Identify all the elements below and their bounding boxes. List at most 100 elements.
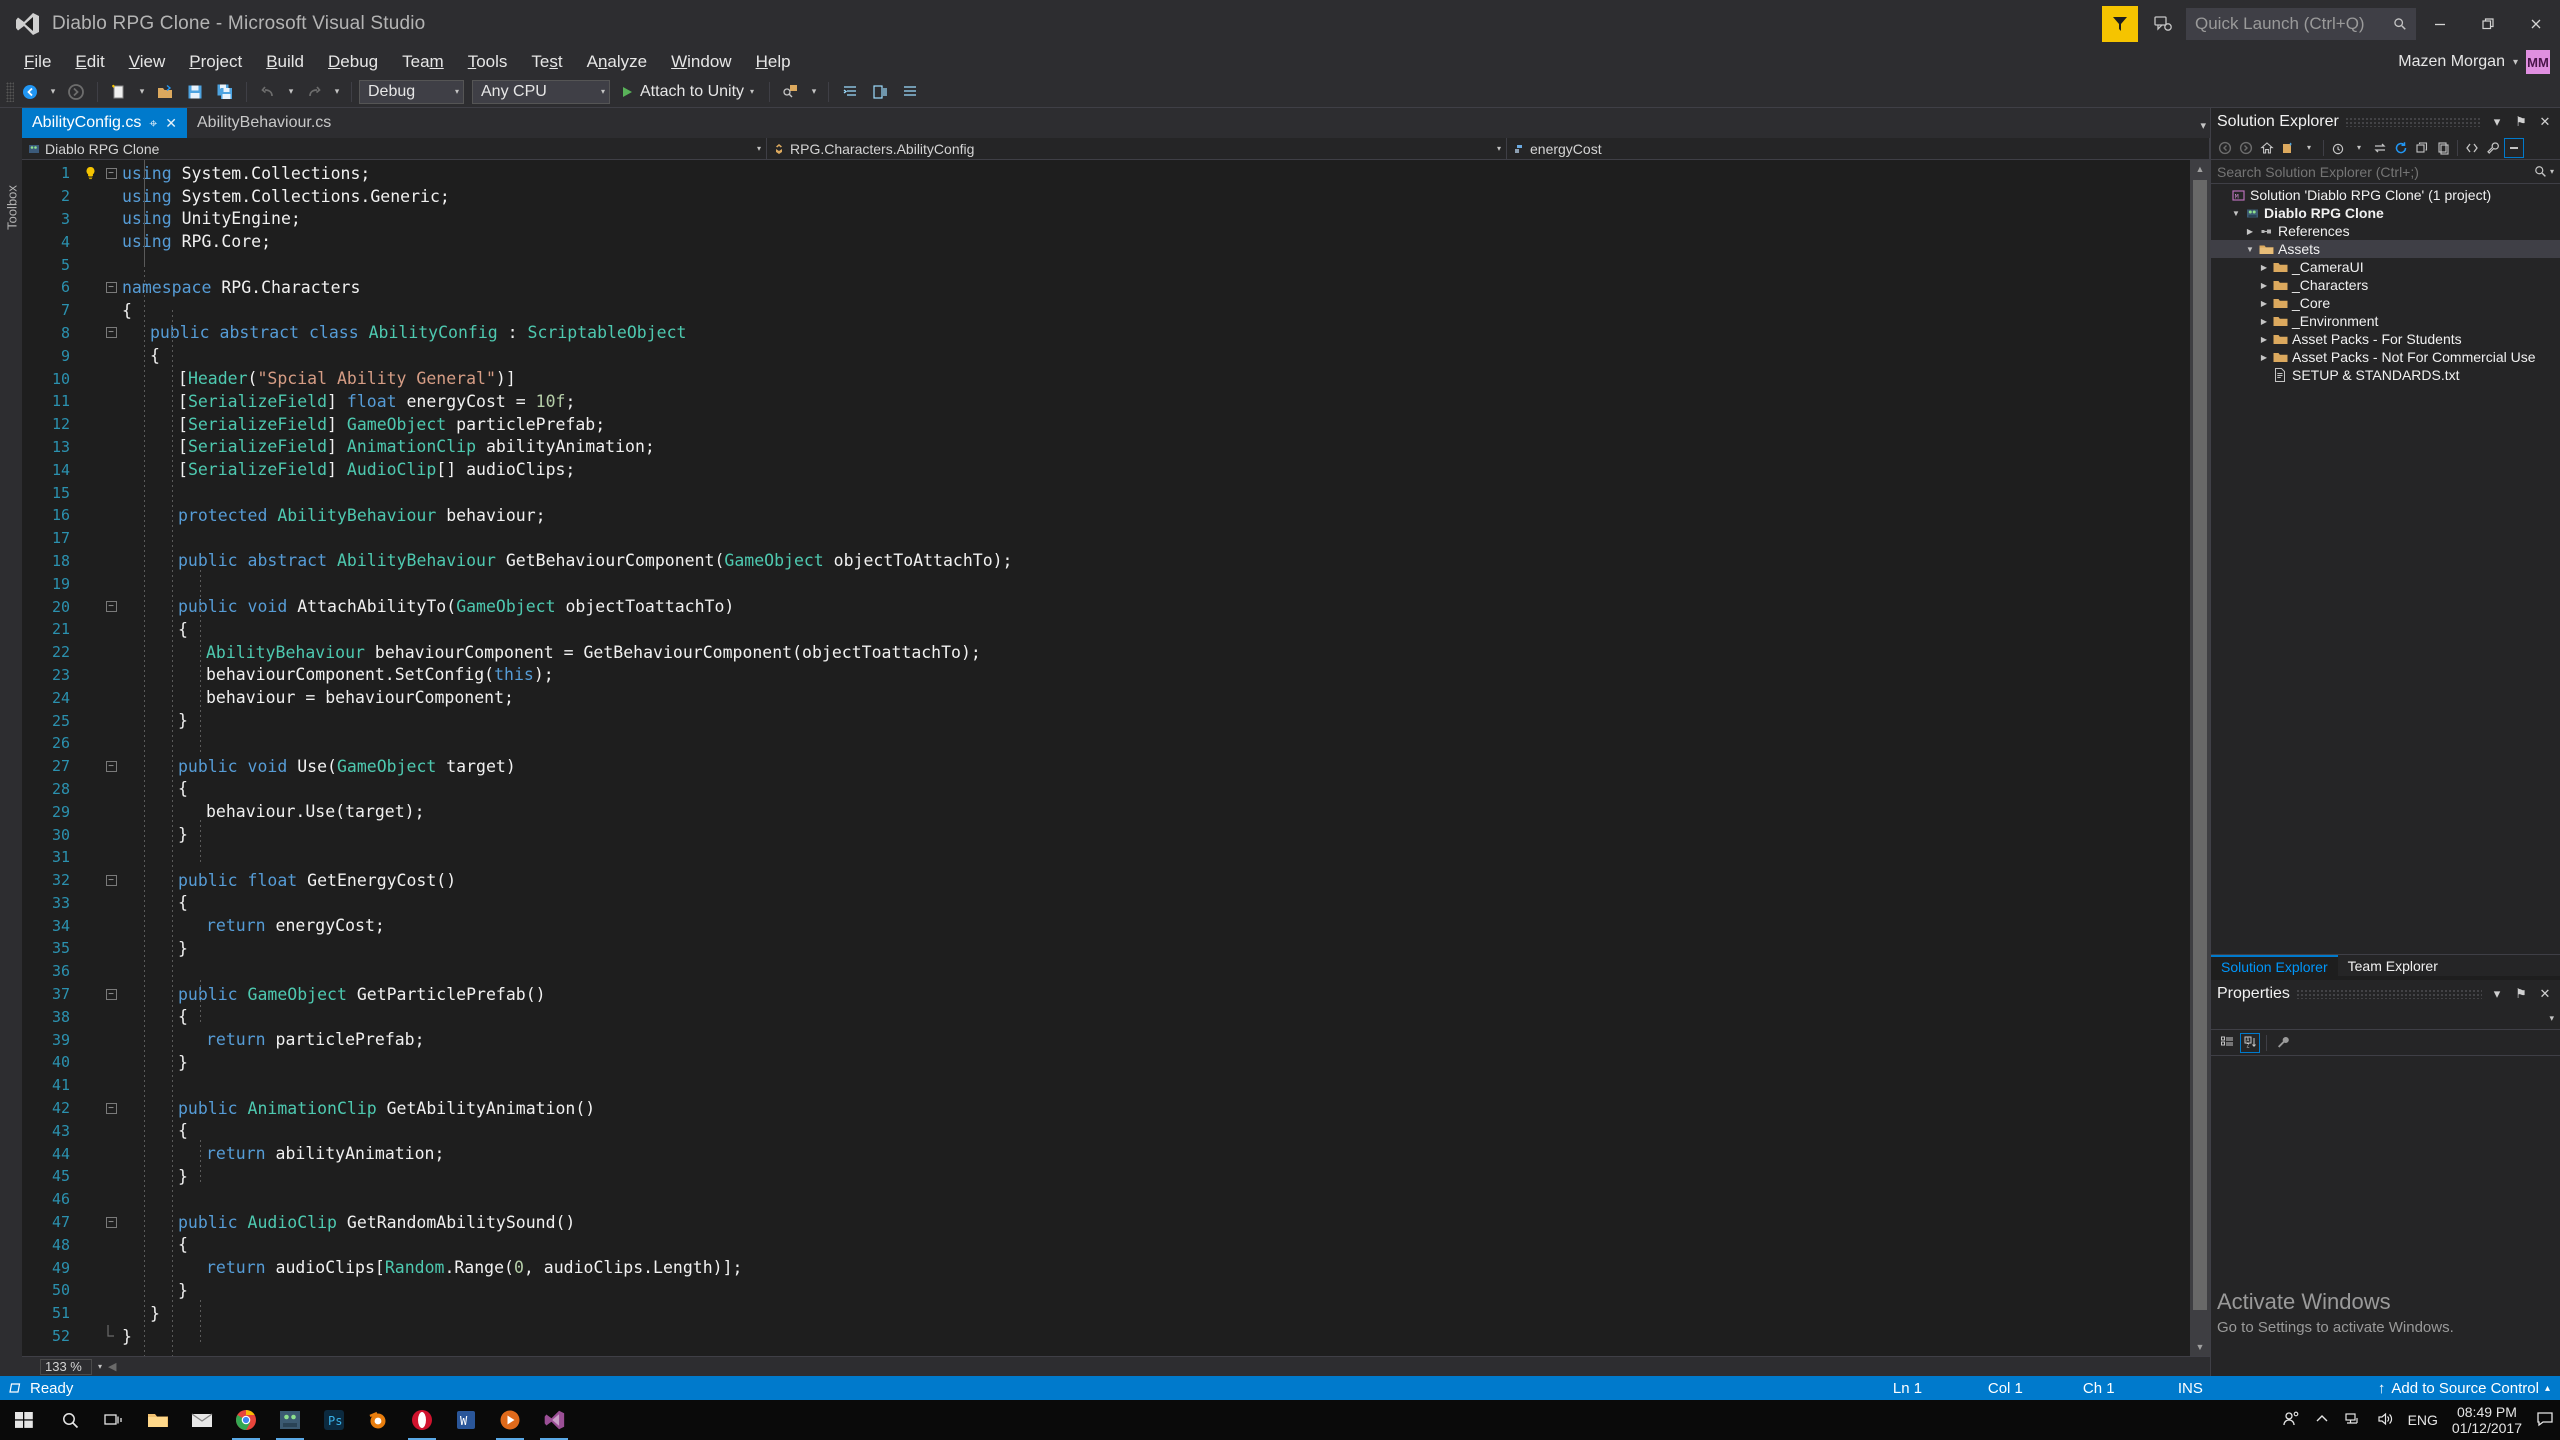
code-text[interactable]: } [122,1281,2190,1300]
navbar-type-dropdown[interactable]: RPG.Characters.AbilityConfig ▾ [767,138,1507,159]
code-text[interactable]: } [122,711,2190,730]
account-area[interactable]: Mazen Morgan ▾ MM [2398,48,2550,76]
code-line[interactable]: 6−namespace RPG.Characters [22,276,2190,299]
code-line[interactable]: 34return energyCost; [22,914,2190,937]
menu-item-edit[interactable]: Edit [63,50,116,74]
home-icon[interactable] [2257,138,2277,158]
code-text[interactable]: public void Use(GameObject target) [122,757,2190,776]
code-text[interactable]: { [122,301,2190,320]
alphabetical-sort-icon[interactable]: AZ [2240,1033,2260,1053]
attach-to-process-icon[interactable] [777,79,805,105]
code-line[interactable]: 30} [22,823,2190,846]
expander-icon[interactable]: ▶ [2257,299,2271,308]
code-text[interactable]: return audioClips[Random.Range(0, audioC… [122,1258,2190,1277]
document-tab-abilityconfig[interactable]: AbilityConfig.cs ⌖ ✕ [22,108,187,138]
editor-zoom-and-hscroll[interactable]: 133 % ▾ ◀ [22,1356,2210,1376]
maximize-restore-button[interactable] [2464,0,2512,48]
chevron-down-icon[interactable]: ▾ [750,87,754,96]
pane-dropdown-icon[interactable]: ▾ [2488,984,2506,1004]
fold-toggle-icon[interactable]: − [100,1217,122,1228]
code-text[interactable]: behaviourComponent.SetConfig(this); [122,665,2190,684]
code-text[interactable]: [SerializeField] float energyCost = 10f; [122,392,2190,411]
code-line[interactable]: 23behaviourComponent.SetConfig(this); [22,664,2190,687]
code-text[interactable]: public abstract AbilityBehaviour GetBeha… [122,551,2190,570]
code-line[interactable]: 4using RPG.Core; [22,230,2190,253]
pane-pin-icon[interactable]: ⚑ [2512,984,2530,1004]
menu-item-build[interactable]: Build [254,50,316,74]
code-text[interactable]: return energyCost; [122,916,2190,935]
tree-item-asset-packs-for-students[interactable]: ▶Asset Packs - For Students [2211,330,2560,348]
fold-toggle-icon[interactable]: − [100,327,122,338]
code-text[interactable]: using System.Collections.Generic; [122,187,2190,206]
code-editor-surface[interactable]: 1−using System.Collections;2using System… [22,160,2210,1356]
mail-icon[interactable] [180,1400,224,1440]
code-line[interactable]: 3using UnityEngine; [22,208,2190,231]
code-text[interactable] [122,1190,2190,1209]
code-line[interactable]: 26 [22,732,2190,755]
zoom-caret-icon[interactable]: ▾ [98,1362,102,1371]
opera-icon[interactable] [400,1400,444,1440]
solution-platform-combo[interactable]: Any CPU ▾ [472,80,610,104]
code-text[interactable]: public abstract class AbilityConfig : Sc… [122,323,2190,342]
code-text[interactable]: public AnimationClip GetAbilityAnimation… [122,1099,2190,1118]
editor-vertical-scrollbar[interactable]: ▲ ▼ [2190,160,2210,1356]
code-line[interactable]: 46 [22,1188,2190,1211]
code-text[interactable]: public GameObject GetParticlePrefab() [122,985,2190,1004]
pane-close-icon[interactable]: ✕ [2536,984,2554,1004]
fold-toggle-icon[interactable]: − [100,168,122,179]
code-line[interactable]: 35} [22,937,2190,960]
network-icon[interactable] [2344,1410,2362,1431]
tree-item-cameraui[interactable]: ▶_CameraUI [2211,258,2560,276]
code-text[interactable]: using RPG.Core; [122,232,2190,251]
menu-item-tools[interactable]: Tools [456,50,520,74]
fold-toggle-icon[interactable]: − [100,761,122,772]
code-line[interactable]: 11[SerializeField] float energyCost = 10… [22,390,2190,413]
code-text[interactable]: } [122,1167,2190,1186]
code-text[interactable]: [Header("Spcial Ability General")] [122,369,2190,388]
navbar-member-dropdown[interactable]: energyCost [1507,138,2210,159]
tree-item-setup-standards-txt[interactable]: SETUP & STANDARDS.txt [2211,366,2560,384]
tab-solution-explorer[interactable]: Solution Explorer [2211,955,2338,976]
outline-icon[interactable] [896,79,924,105]
code-line[interactable]: 18public abstract AbilityBehaviour GetBe… [22,550,2190,573]
pane-close-icon[interactable]: ✕ [2536,112,2554,132]
code-line[interactable]: 47−public AudioClip GetRandomAbilitySoun… [22,1211,2190,1234]
scrollbar-thumb[interactable] [2193,180,2207,1310]
scroll-up-icon[interactable]: ▲ [2190,160,2210,178]
solution-tree[interactable]: MSolution 'Diablo RPG Clone' (1 project)… [2211,184,2560,954]
code-text[interactable]: AbilityBehaviour behaviourComponent = Ge… [122,643,2190,662]
zoom-level-combo[interactable]: 133 % [40,1359,92,1375]
account-caret-icon[interactable]: ▾ [2513,57,2518,68]
code-line[interactable]: 43{ [22,1119,2190,1142]
code-text[interactable]: [SerializeField] AudioClip[] audioClips; [122,460,2190,479]
code-line[interactable]: 27−public void Use(GameObject target) [22,755,2190,778]
new-project-icon[interactable] [105,79,133,105]
tab-team-explorer[interactable]: Team Explorer [2338,955,2448,976]
undo-icon[interactable] [254,79,282,105]
tree-item-references[interactable]: ▶References [2211,222,2560,240]
code-text[interactable] [122,848,2190,867]
categorized-icon[interactable] [2217,1033,2237,1053]
menu-item-debug[interactable]: Debug [316,50,390,74]
blender-icon[interactable] [356,1400,400,1440]
menu-item-project[interactable]: Project [177,50,254,74]
sync-with-active-document-icon[interactable] [2370,138,2390,158]
pane-drag-dots[interactable] [2296,989,2482,999]
chevron-down-icon[interactable]: ▾ [1497,144,1501,153]
code-line[interactable]: 9{ [22,344,2190,367]
solution-explorer-search[interactable]: ▾ [2211,160,2560,184]
menu-item-view[interactable]: View [117,50,178,74]
refresh-icon[interactable] [2391,138,2411,158]
code-text[interactable]: { [122,779,2190,798]
unity-icon[interactable] [268,1400,312,1440]
navigate-back-icon[interactable] [2215,138,2235,158]
people-icon[interactable] [2282,1410,2300,1431]
property-pages-wrench-icon[interactable] [2273,1033,2293,1053]
tree-item-diablo-rpg-clone[interactable]: ▼Diablo RPG Clone [2211,204,2560,222]
expander-icon[interactable]: ▶ [2257,353,2271,362]
history-icon[interactable] [2328,138,2348,158]
solution-configuration-combo[interactable]: Debug ▾ [359,80,464,104]
code-line[interactable]: 7{ [22,299,2190,322]
code-line[interactable]: 51} [22,1302,2190,1325]
code-text[interactable] [122,255,2190,274]
